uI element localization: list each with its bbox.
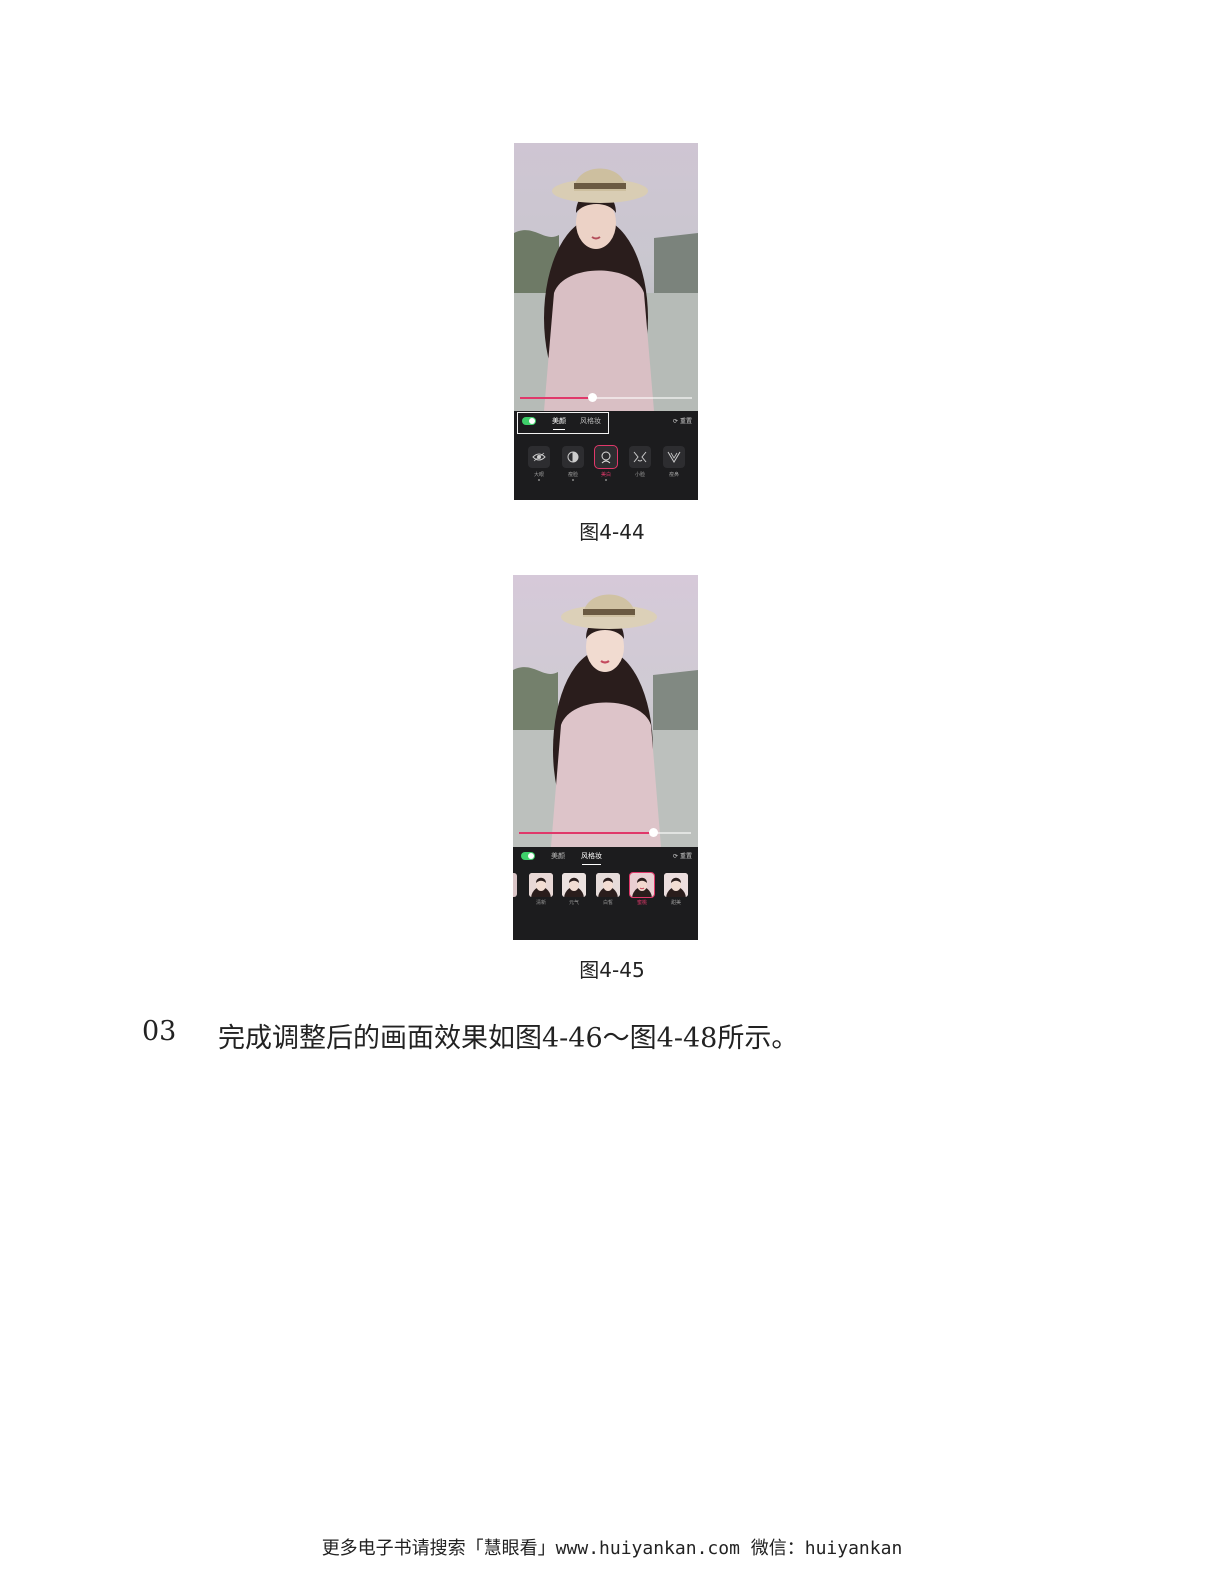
style-label: 白皙: [602, 900, 613, 906]
reset-button[interactable]: ⟳ 重置: [673, 416, 692, 425]
style-thumb[interactable]: 元气: [562, 873, 586, 906]
beauty-panel: 美颜 风格妆 ⟳ 重置 大眼 瘦脸 美白 小脸 瘦鼻: [514, 411, 698, 500]
tool-label: 大眼: [533, 472, 544, 477]
tool-label: 瘦鼻: [668, 472, 679, 477]
tab-beauty[interactable]: 美颜: [551, 851, 565, 861]
step-number: 03: [142, 1016, 177, 1047]
tool-item[interactable]: 瘦鼻: [663, 446, 685, 477]
tool-dot: [605, 479, 607, 481]
style-thumb-image: [513, 873, 517, 897]
tab-style-makeup[interactable]: 风格妆: [581, 851, 602, 865]
tool-item-selected[interactable]: 美白: [594, 445, 618, 481]
tool-item[interactable]: 大眼: [528, 446, 550, 481]
eye-icon: [528, 446, 550, 468]
figure-4-44: 美颜 风格妆 ⟳ 重置 大眼 瘦脸 美白 小脸 瘦鼻: [514, 143, 698, 500]
tab-style-makeup[interactable]: 风格妆: [580, 416, 601, 426]
portrait-photo: [514, 143, 698, 411]
style-makeup-panel: 美颜 风格妆 ⟳ 重置 清新 元气 白皙 蜜桃 甜美: [513, 847, 698, 940]
v-face-icon: [663, 446, 685, 468]
figure-4-45: 美颜 风格妆 ⟳ 重置 清新 元气 白皙 蜜桃 甜美: [513, 575, 698, 940]
beauty-toggle[interactable]: [521, 852, 535, 860]
tool-label: 美白: [600, 472, 611, 477]
style-thumb-partial[interactable]: [513, 873, 517, 897]
tool-item[interactable]: 小脸: [629, 446, 651, 477]
style-label: 元气: [568, 900, 579, 906]
intensity-slider[interactable]: [520, 393, 692, 402]
tool-dot: [538, 479, 540, 481]
style-thumb[interactable]: 甜美: [664, 873, 688, 906]
reset-label: 重置: [679, 418, 692, 425]
slider-fill: [519, 832, 654, 834]
tab-beauty[interactable]: 美颜: [552, 416, 566, 430]
style-thumb-image: [529, 873, 553, 897]
page-footer: 更多电子书请搜索「慧眼看」www.huiyankan.com 微信：huiyan…: [321, 1538, 903, 1559]
tool-dot: [572, 479, 574, 481]
tool-item[interactable]: 瘦脸: [562, 446, 584, 481]
style-thumb[interactable]: 清新: [529, 873, 553, 906]
style-label: 甜美: [670, 900, 681, 906]
tool-label: 瘦脸: [567, 472, 578, 477]
portrait-photo: [513, 575, 698, 847]
face-contour-icon: [562, 446, 584, 468]
reset-button[interactable]: ⟳ 重置: [673, 851, 692, 860]
style-thumb[interactable]: 白皙: [596, 873, 620, 906]
figure-caption: 图4-44: [579, 520, 645, 544]
style-thumb-image: [596, 873, 620, 897]
beauty-toggle[interactable]: [522, 417, 536, 425]
style-thumb-selected[interactable]: 蜜桃: [629, 872, 655, 906]
reset-label: 重置: [679, 853, 692, 860]
tool-label: 小脸: [634, 472, 645, 477]
style-label: 清新: [535, 900, 546, 906]
style-thumb-image: [664, 873, 688, 897]
small-face-icon: [629, 446, 651, 468]
style-thumb-image: [629, 872, 655, 898]
intensity-slider[interactable]: [519, 828, 691, 837]
figure-caption: 图4-45: [579, 958, 645, 982]
slider-fill: [520, 397, 593, 399]
step-text: 完成调整后的画面效果如图4-46～图4-48所示。: [218, 1023, 799, 1054]
style-label: 蜜桃: [636, 900, 647, 906]
style-thumb-image: [562, 873, 586, 897]
face-icon: [594, 445, 618, 469]
